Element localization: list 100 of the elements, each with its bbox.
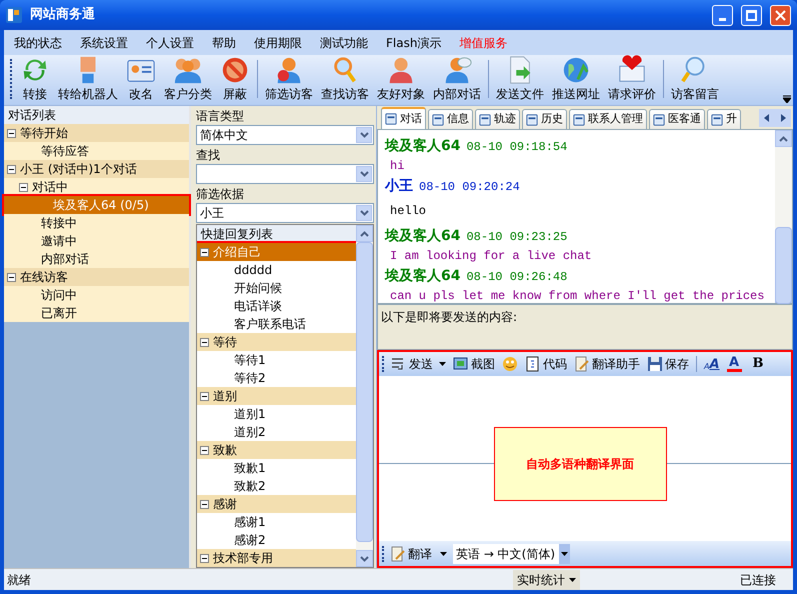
toolbar-button[interactable]: 查找访客	[317, 55, 373, 103]
tree-item[interactable]: 介绍自己	[197, 243, 356, 261]
minimize-button[interactable]	[712, 4, 733, 26]
dropdown-field[interactable]: 简体中文	[196, 125, 374, 145]
scroll-right-icon[interactable]	[780, 114, 786, 122]
chevron-up-icon[interactable]	[779, 136, 788, 142]
menu-item[interactable]: 个人设置	[146, 34, 194, 52]
panel-header: 对话列表	[4, 106, 189, 124]
font-size-button[interactable]: AA	[704, 358, 720, 370]
toolbar-button[interactable]: 屏蔽	[216, 55, 254, 103]
toolbar-button[interactable]: 筛选访客	[261, 55, 317, 103]
toolbar-button[interactable]: 转接	[16, 55, 54, 103]
chevron-down-icon	[360, 210, 368, 216]
tree-item[interactable]: 小王 (对话中)1个对话	[4, 160, 189, 178]
toolbar-button[interactable]: 改名	[122, 55, 160, 103]
tab[interactable]: 升	[707, 109, 741, 129]
tree-item[interactable]: 道别	[197, 387, 356, 405]
pen-paper-icon	[390, 546, 406, 562]
tree-item[interactable]: 埃及客人64 (0/5)	[4, 196, 189, 214]
menu-item[interactable]: Flash演示	[386, 34, 442, 52]
tab[interactable]: 轨迹	[475, 109, 520, 129]
tree-item[interactable]: 等待	[197, 333, 356, 351]
overflow-icon[interactable]	[783, 95, 791, 103]
collapse-icon[interactable]	[19, 182, 28, 192]
collapse-icon[interactable]	[200, 248, 209, 256]
collapse-icon[interactable]	[7, 164, 16, 174]
caret-icon	[569, 578, 576, 582]
floppy-icon	[647, 356, 663, 372]
tab[interactable]: 医客通	[649, 109, 705, 129]
toolbar-button[interactable]: 友好对象	[373, 55, 429, 103]
menu-item[interactable]: 帮助	[212, 34, 236, 52]
font-color-button[interactable]: A	[726, 356, 742, 372]
menu-item[interactable]: 系统设置	[80, 34, 128, 52]
tree-item[interactable]: 已离开	[4, 304, 189, 322]
toolbar-button[interactable]: 推送网址	[548, 55, 604, 103]
tree-item[interactable]: 转接中	[4, 214, 189, 232]
tree-item[interactable]: 访问中	[4, 286, 189, 304]
scrollbar[interactable]	[775, 130, 792, 303]
dropdown-button[interactable]	[356, 205, 372, 221]
menu-item[interactable]: 测试功能	[320, 34, 368, 52]
maximize-button[interactable]	[741, 4, 762, 26]
tree-item[interactable]: 等待应答	[4, 142, 189, 160]
chevron-up-icon[interactable]	[360, 230, 369, 236]
collapse-icon[interactable]	[200, 338, 209, 346]
tree-item[interactable]: 技术部专用	[197, 549, 356, 567]
tree-item[interactable]: 内部对话	[4, 250, 189, 268]
scroll-left-icon[interactable]	[764, 114, 770, 122]
toolbar-button[interactable]: 访客留言	[667, 55, 723, 103]
language-dropdown[interactable]: 英语 → 中文(简体)	[453, 544, 570, 564]
translate-button[interactable]: 翻译	[390, 544, 447, 562]
tree-item[interactable]: 在线访客	[4, 268, 189, 286]
stats-button[interactable]: 实时统计	[513, 570, 580, 590]
collapse-icon[interactable]	[7, 128, 16, 138]
scrollbar[interactable]	[356, 225, 373, 567]
tree-item[interactable]: 致歉	[197, 441, 356, 459]
collapse-icon[interactable]	[7, 272, 16, 282]
toolbar-button[interactable]: 发送	[391, 355, 446, 373]
menu-item[interactable]: 使用期限	[254, 34, 302, 52]
toolbar-button[interactable]: 客户分类	[160, 55, 216, 103]
app-logo-icon	[6, 7, 22, 23]
smiley-icon[interactable]	[502, 356, 518, 372]
chevron-down-icon	[360, 132, 368, 138]
message-time: 08-10 09:23:25	[466, 229, 568, 246]
toolbar-button[interactable]: 保存	[647, 355, 689, 373]
prohibited-icon	[220, 55, 250, 85]
toolbar-button[interactable]: 请求评价	[604, 55, 660, 103]
tab[interactable]: 历史	[522, 109, 567, 129]
field-label: 筛选依据	[196, 186, 245, 202]
tab[interactable]: 信息	[428, 109, 473, 129]
tab[interactable]: 联系人管理	[569, 109, 647, 129]
dropdown-button[interactable]	[356, 166, 372, 182]
screen-icon	[453, 356, 469, 372]
collapse-icon[interactable]	[200, 446, 209, 454]
message-time: 08-10 09:18:54	[466, 139, 568, 156]
tree-item[interactable]: 邀请中	[4, 232, 189, 250]
collapse-icon[interactable]	[200, 554, 209, 562]
toolbar-button[interactable]: 翻译助手	[574, 355, 640, 373]
menu-item[interactable]: 我的状态	[14, 34, 62, 52]
dropdown-field[interactable]: 小王	[196, 203, 374, 223]
collapse-icon[interactable]	[200, 392, 209, 400]
caret-icon	[440, 552, 447, 556]
tree-item[interactable]: 感谢	[197, 495, 356, 513]
dropdown-field[interactable]	[196, 164, 374, 184]
close-button[interactable]	[770, 4, 791, 26]
tab[interactable]: 对话	[381, 107, 426, 129]
toolbar-button[interactable]: 转给机器人	[54, 55, 122, 103]
tab-icon	[653, 114, 665, 126]
toolbar-button[interactable]: 内部对话	[429, 55, 485, 103]
connection-status: 已连接	[740, 572, 776, 588]
message-text: I am looking for a live chat	[389, 248, 593, 265]
dropdown-button[interactable]	[356, 127, 372, 143]
sender-name: 埃及客人64	[385, 226, 460, 246]
chevron-down-icon[interactable]	[360, 556, 369, 562]
window-title: 网站商务通	[30, 6, 95, 24]
tree-item[interactable]: 等待开始	[4, 124, 189, 142]
bold-button[interactable]: B	[748, 354, 768, 374]
toolbar-button[interactable]: 截图	[453, 355, 495, 373]
collapse-icon[interactable]	[200, 500, 209, 508]
toolbar-button[interactable]: 发送文件	[492, 55, 548, 103]
toolbar-button[interactable]: 代码	[525, 355, 567, 373]
